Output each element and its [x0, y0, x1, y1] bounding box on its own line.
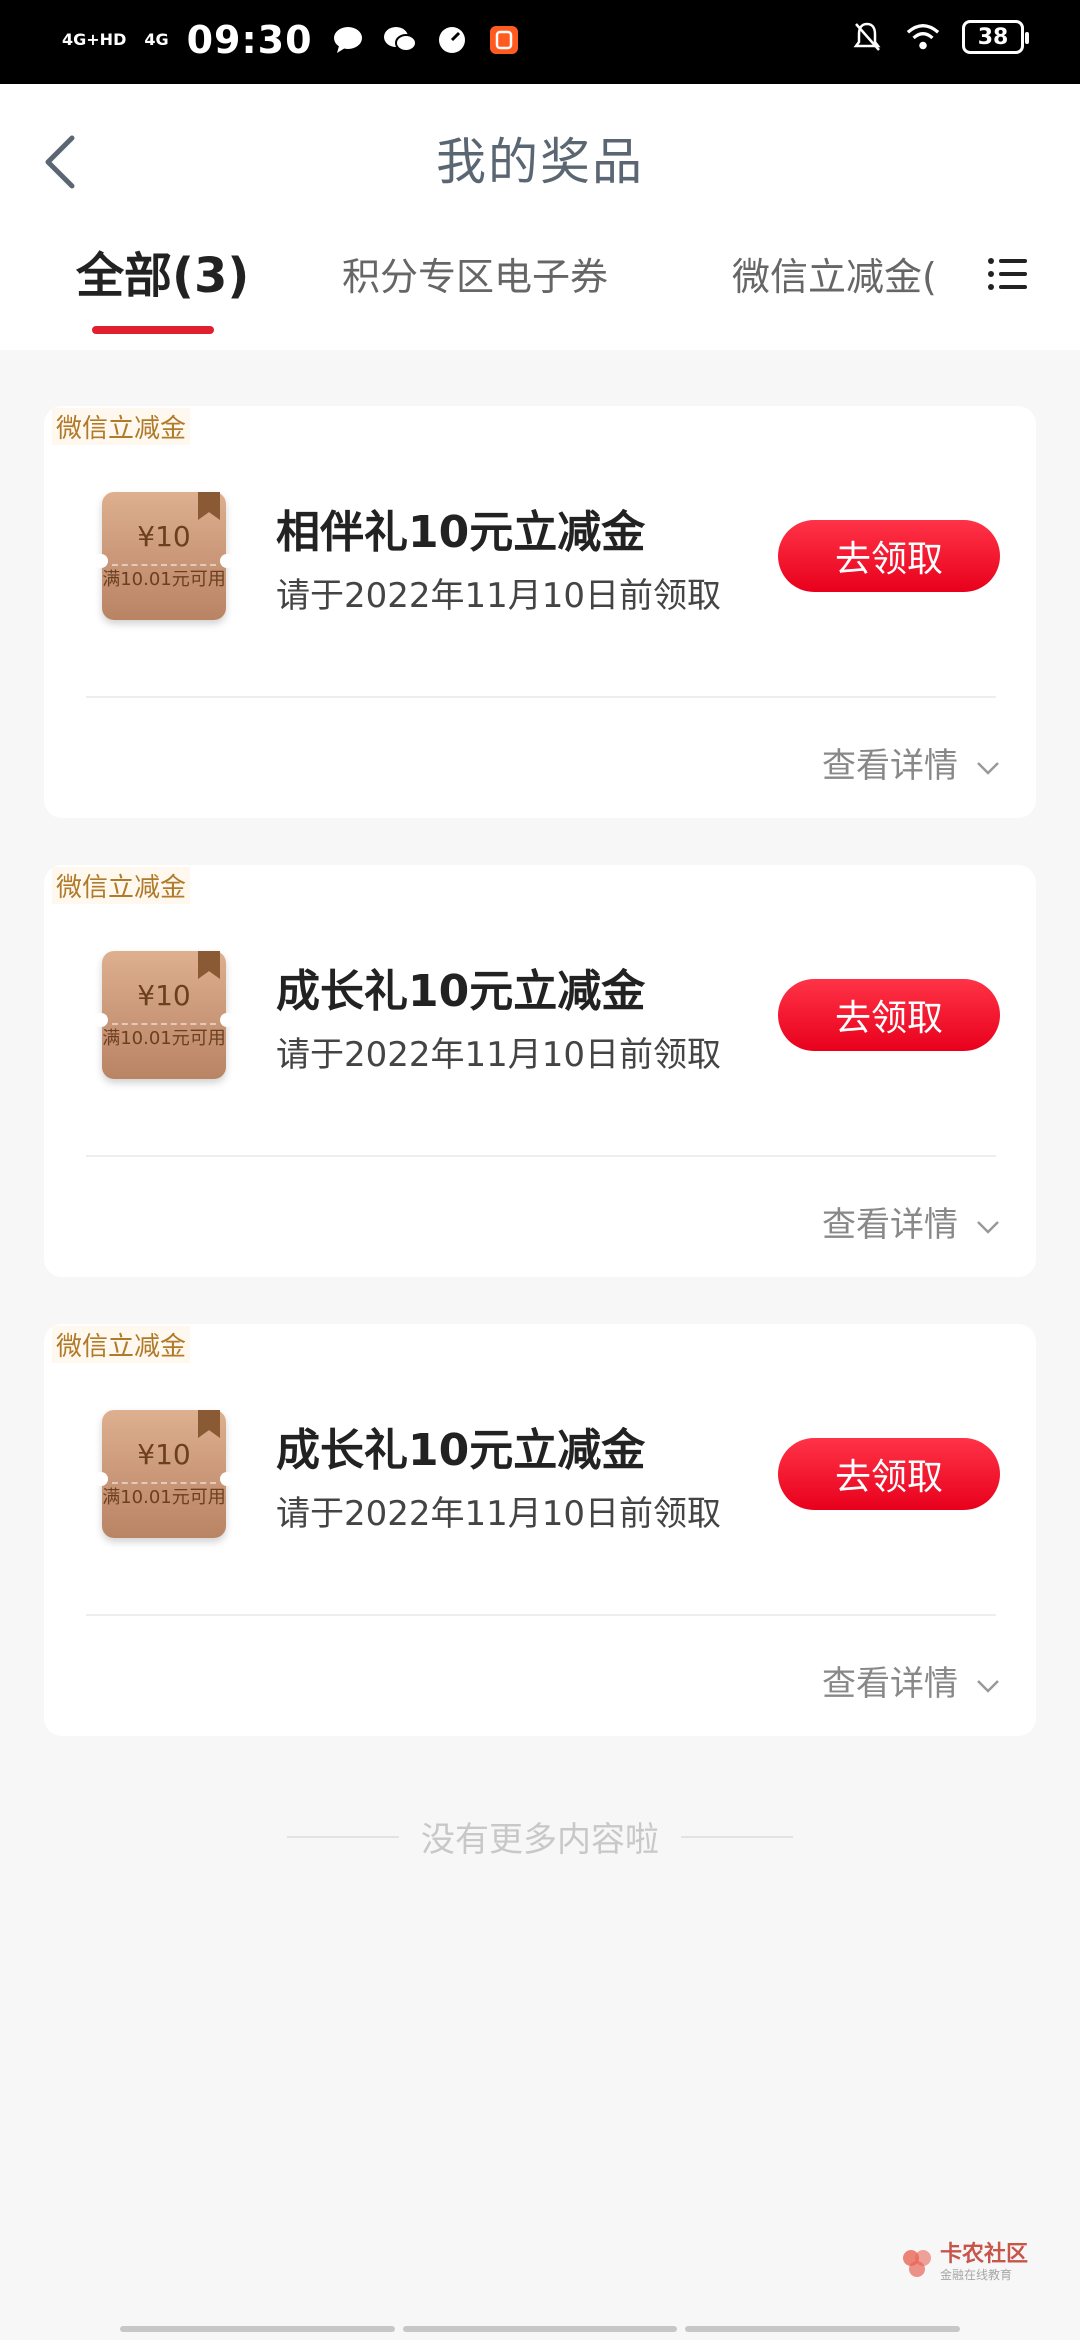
view-details-label: 查看详情 — [822, 746, 958, 786]
network-indicator-1: 4G+HD — [62, 30, 127, 49]
list-menu-icon[interactable] — [986, 252, 1030, 296]
coupon-thumbnail: ¥10 满10.01元可用 — [94, 951, 234, 1079]
prize-type-tag: 微信立减金 — [52, 1326, 191, 1363]
view-details-link[interactable]: 查看详情 — [822, 738, 1000, 787]
claim-button[interactable]: 去领取 — [778, 520, 1000, 592]
prize-type-tag: 微信立减金 — [52, 408, 191, 445]
tab-points-coupons[interactable]: 积分专区电子券 — [342, 246, 608, 301]
coupon-condition: 满10.01元可用 — [102, 1487, 226, 1508]
bookmark-icon — [198, 951, 220, 979]
coupon-thumbnail: ¥10 满10.01元可用 — [94, 1410, 234, 1538]
wechat-icon — [383, 23, 417, 57]
active-tab-indicator — [92, 326, 214, 334]
page-title: 我的奖品 — [436, 133, 644, 191]
battery-indicator: 38 — [962, 20, 1029, 54]
community-logo-icon — [903, 2249, 931, 2277]
app-notification-icon — [487, 23, 521, 57]
divider-left — [287, 1835, 399, 1838]
tab-bar: 全部(3) 积分专区电子券 微信立减金( — [0, 244, 1080, 350]
divider — [86, 1614, 996, 1616]
coupon-condition: 满10.01元可用 — [102, 569, 226, 590]
coupon-amount: ¥10 — [137, 979, 191, 1012]
prize-title: 成长礼10元立减金 — [276, 1425, 646, 1476]
coupon-thumbnail: ¥10 满10.01元可用 — [94, 492, 234, 620]
message-icon — [331, 23, 365, 57]
prize-deadline: 请于2022年11月10日前领取 — [276, 1035, 722, 1075]
claim-button[interactable]: 去领取 — [778, 979, 1000, 1051]
coupon-condition: 满10.01元可用 — [102, 1028, 226, 1049]
watermark-sub: 金融在线教育 — [940, 2268, 1013, 2282]
view-details-link[interactable]: 查看详情 — [822, 1197, 1000, 1246]
watermark-logo: 卡农社区 金融在线教育 — [900, 2244, 1028, 2283]
coupon-amount: ¥10 — [137, 520, 191, 553]
prize-title: 相伴礼10元立减金 — [276, 507, 646, 558]
bookmark-icon — [198, 1410, 220, 1438]
divider — [86, 696, 996, 698]
prize-deadline: 请于2022年11月10日前领取 — [276, 576, 722, 616]
wifi-icon — [906, 20, 940, 54]
prize-card: 微信立减金 ¥10 满10.01元可用 相伴礼10元立减金 请于2022年11月… — [44, 406, 1036, 818]
prize-title: 成长礼10元立减金 — [276, 966, 646, 1017]
view-details-label: 查看详情 — [822, 1664, 958, 1704]
header: 我的奖品 全部(3) 积分专区电子券 微信立减金( — [0, 84, 1080, 350]
mute-bell-icon — [850, 20, 884, 54]
gesture-nav-bar[interactable] — [120, 2326, 961, 2332]
prize-deadline: 请于2022年11月10日前领取 — [276, 1494, 722, 1534]
watermark-name: 卡农社区 — [940, 2242, 1029, 2267]
speed-icon — [435, 23, 469, 57]
claim-button[interactable]: 去领取 — [778, 1438, 1000, 1510]
chevron-down-icon — [977, 1220, 999, 1234]
tab-wechat-discount[interactable]: 微信立减金( — [732, 246, 938, 301]
network-indicator-2: 4G — [144, 30, 169, 49]
view-details-link[interactable]: 查看详情 — [822, 1656, 1000, 1705]
status-right: 38 — [850, 20, 1029, 54]
view-details-label: 查看详情 — [822, 1205, 958, 1245]
clock: 09:30 — [186, 18, 313, 62]
status-left: 4G+HD 4G 09:30 — [62, 18, 521, 62]
prize-type-tag: 微信立减金 — [52, 867, 191, 904]
coupon-amount: ¥10 — [137, 1438, 191, 1471]
chevron-down-icon — [977, 761, 999, 775]
end-of-list: 没有更多内容啦 — [0, 1812, 1080, 1861]
tab-all[interactable]: 全部(3) — [76, 236, 249, 306]
prize-card: 微信立减金 ¥10 满10.01元可用 成长礼10元立减金 请于2022年11月… — [44, 1324, 1036, 1736]
chevron-down-icon — [977, 1679, 999, 1693]
divider-right — [681, 1835, 793, 1838]
divider — [86, 1155, 996, 1157]
bookmark-icon — [198, 492, 220, 520]
prize-card: 微信立减金 ¥10 满10.01元可用 成长礼10元立减金 请于2022年11月… — [44, 865, 1036, 1277]
watermark-text: 卡农社区 金融在线教育 — [940, 2244, 1028, 2283]
no-more-label: 没有更多内容啦 — [421, 1820, 659, 1860]
status-bar: 4G+HD 4G 09:30 38 — [0, 0, 1080, 84]
